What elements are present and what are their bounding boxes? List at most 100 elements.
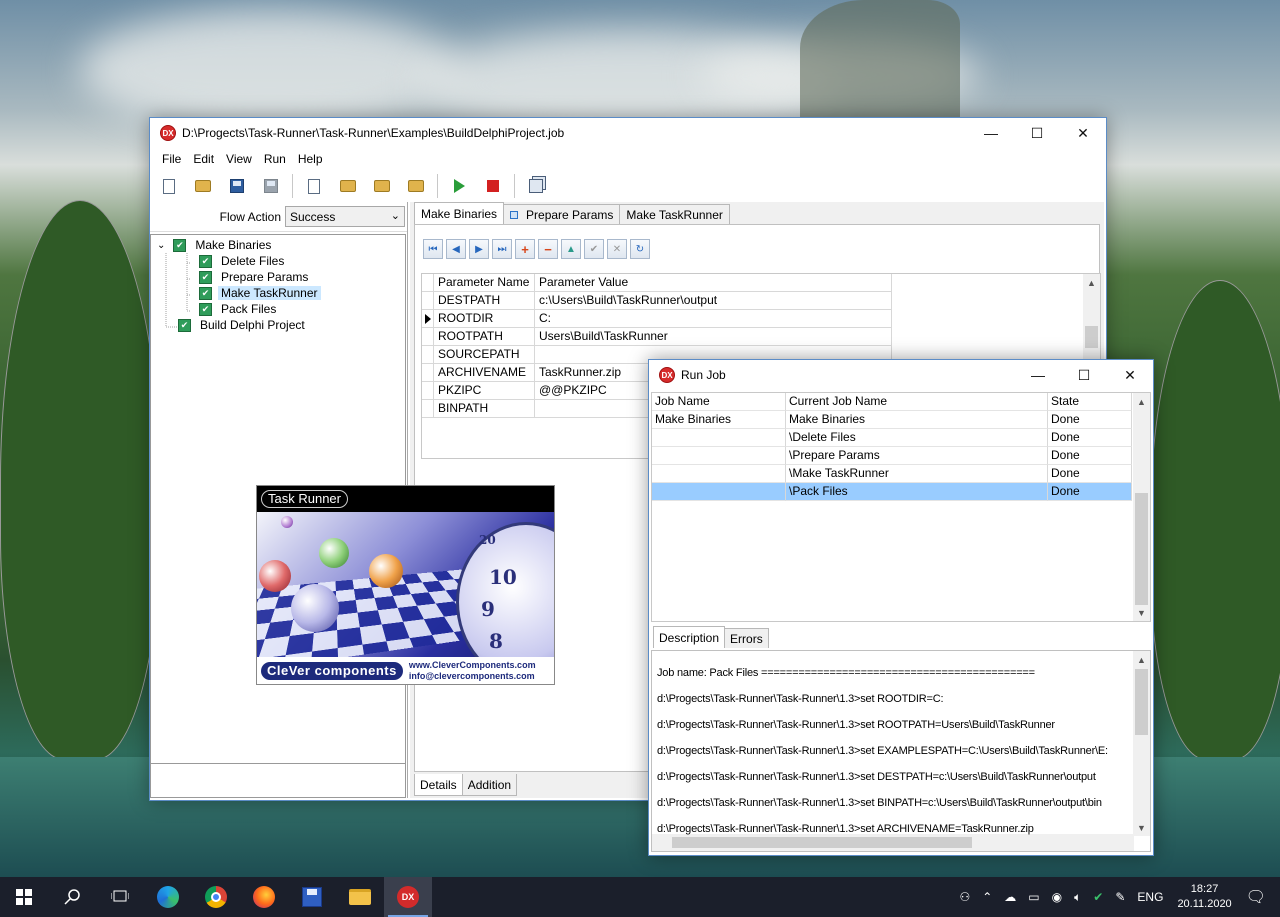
column-header-value[interactable]: Parameter Value — [535, 274, 892, 292]
next-record-button[interactable]: ▶ — [469, 239, 489, 259]
tab-details[interactable]: Details — [414, 774, 463, 796]
description-log[interactable]: ▲ ▼ Job name: Pack Files ===============… — [651, 650, 1151, 852]
menu-help[interactable]: Help — [292, 152, 329, 166]
checkbox-icon[interactable]: ✔ — [199, 254, 212, 268]
param-name-cell[interactable]: BINPATH — [434, 400, 535, 418]
export-button[interactable] — [369, 174, 395, 198]
post-button[interactable]: ✔ — [584, 239, 604, 259]
save-app[interactable] — [288, 877, 336, 917]
main-titlebar[interactable]: DX D:\Progects\Task-Runner\Task-Runner\E… — [150, 118, 1106, 148]
run-button[interactable] — [446, 174, 472, 198]
dx-app[interactable]: DX — [384, 877, 432, 917]
tab-errors[interactable]: Errors — [724, 628, 769, 648]
tab-addition[interactable]: Addition — [461, 774, 518, 796]
collapse-icon[interactable]: ⌄ — [157, 240, 165, 251]
file-explorer-app[interactable] — [336, 877, 384, 917]
vertical-scrollbar[interactable]: ▲ ▼ — [1133, 393, 1150, 621]
run-job-titlebar[interactable]: DX Run Job — ☐ ✕ — [649, 360, 1153, 390]
vendor-website[interactable]: www.CleverComponents.com — [409, 660, 536, 671]
scroll-thumb[interactable] — [1135, 669, 1148, 735]
state-cell[interactable]: Done — [1048, 465, 1132, 483]
task-view-button[interactable] — [96, 877, 144, 917]
vendor-email[interactable]: info@clevercomponents.com — [409, 671, 536, 682]
job-name-cell[interactable] — [652, 483, 786, 501]
job-name-cell[interactable] — [652, 465, 786, 483]
tree-item-prepare-params[interactable]: ✔ Prepare Params — [199, 269, 311, 285]
new-button[interactable] — [156, 174, 182, 198]
cloud-icon[interactable]: ☁ — [1004, 890, 1016, 904]
column-header-job-name[interactable]: Job Name — [652, 393, 786, 411]
cancel-button[interactable]: ✕ — [607, 239, 627, 259]
table-row[interactable]: \Make TaskRunner Done — [652, 465, 1132, 483]
save-all-button[interactable] — [258, 174, 284, 198]
param-value-cell[interactable]: Users\Build\TaskRunner — [535, 328, 892, 346]
scroll-up-icon[interactable]: ▲ — [1083, 274, 1100, 291]
flow-action-select[interactable]: Success ⌄ — [285, 206, 405, 227]
new-job-button[interactable] — [301, 174, 327, 198]
job-name-cell[interactable] — [652, 429, 786, 447]
checkbox-icon[interactable]: ✔ — [199, 286, 212, 300]
current-job-cell[interactable]: \Delete Files — [786, 429, 1048, 447]
table-row[interactable]: Make Binaries Make Binaries Done — [652, 411, 1132, 429]
param-name-cell[interactable]: ROOTDIR — [434, 310, 535, 328]
scroll-down-icon[interactable]: ▼ — [1133, 604, 1150, 621]
close-button[interactable]: ✕ — [1060, 118, 1106, 148]
tab-prepare-params[interactable]: Prepare Params — [503, 204, 621, 224]
maximize-button[interactable]: ☐ — [1061, 360, 1107, 390]
chevron-up-icon[interactable]: ⌃ — [982, 890, 992, 904]
job-status-grid[interactable]: Job Name Current Job Name State ▲ ▼ Make… — [651, 392, 1151, 622]
volume-icon[interactable]: 🔈︎ — [1074, 890, 1081, 905]
scroll-thumb[interactable] — [672, 837, 972, 848]
start-button[interactable] — [0, 877, 48, 917]
param-value-cell[interactable]: C: — [535, 310, 892, 328]
state-cell[interactable]: Done — [1048, 411, 1132, 429]
delete-record-button[interactable]: − — [538, 239, 558, 259]
scroll-down-icon[interactable]: ▼ — [1133, 819, 1150, 836]
checkbox-icon[interactable]: ✔ — [199, 302, 212, 316]
copy-button[interactable] — [523, 174, 549, 198]
current-job-cell[interactable]: \Prepare Params — [786, 447, 1048, 465]
last-record-button[interactable]: ⏭ — [492, 239, 512, 259]
column-header-state[interactable]: State — [1048, 393, 1132, 411]
scroll-up-icon[interactable]: ▲ — [1133, 651, 1150, 668]
close-button[interactable]: ✕ — [1107, 360, 1153, 390]
refresh-button[interactable]: ↻ — [630, 239, 650, 259]
state-cell[interactable]: Done — [1048, 483, 1132, 501]
tree-item-make-taskrunner[interactable]: ✔ Make TaskRunner — [199, 285, 321, 301]
edit-record-button[interactable]: ▲ — [561, 239, 581, 259]
insert-record-button[interactable]: + — [515, 239, 535, 259]
open-job-button[interactable] — [335, 174, 361, 198]
minimize-button[interactable]: — — [968, 118, 1014, 148]
param-name-cell[interactable]: ROOTPATH — [434, 328, 535, 346]
state-cell[interactable]: Done — [1048, 447, 1132, 465]
people-icon[interactable]: ⚇ — [959, 890, 970, 904]
job-name-cell[interactable]: Make Binaries — [652, 411, 786, 429]
pen-icon[interactable]: ✎ — [1115, 890, 1125, 904]
search-button[interactable] — [48, 877, 96, 917]
menu-edit[interactable]: Edit — [187, 152, 220, 166]
table-row[interactable]: ROOTDIR C: — [422, 310, 892, 328]
open-button[interactable] — [190, 174, 216, 198]
tree-item-build-delphi-project[interactable]: ✔ Build Delphi Project — [178, 317, 308, 333]
column-header-name[interactable]: Parameter Name — [434, 274, 535, 292]
stop-button[interactable] — [480, 174, 506, 198]
tab-make-binaries[interactable]: Make Binaries — [414, 202, 505, 224]
current-job-cell[interactable]: \Pack Files — [786, 483, 1048, 501]
table-row[interactable]: \Delete Files Done — [652, 429, 1132, 447]
edge-app[interactable] — [144, 877, 192, 917]
import-button[interactable] — [403, 174, 429, 198]
tree-item-pack-files[interactable]: ✔ Pack Files — [199, 301, 279, 317]
first-record-button[interactable]: ⏮ — [423, 239, 443, 259]
clock[interactable]: 18:27 20.11.2020 — [1177, 882, 1231, 912]
table-row[interactable]: \Pack Files Done — [652, 483, 1132, 501]
job-name-cell[interactable] — [652, 447, 786, 465]
param-name-cell[interactable]: SOURCEPATH — [434, 346, 535, 364]
firefox-app[interactable] — [240, 877, 288, 917]
maximize-button[interactable]: ☐ — [1014, 118, 1060, 148]
chrome-app[interactable] — [192, 877, 240, 917]
save-button[interactable] — [224, 174, 250, 198]
security-icon[interactable]: ✔ — [1093, 890, 1103, 904]
checkbox-icon[interactable]: ✔ — [178, 318, 191, 332]
param-name-cell[interactable]: DESTPATH — [434, 292, 535, 310]
notification-icon[interactable]: 🗨︎ — [1246, 887, 1266, 907]
